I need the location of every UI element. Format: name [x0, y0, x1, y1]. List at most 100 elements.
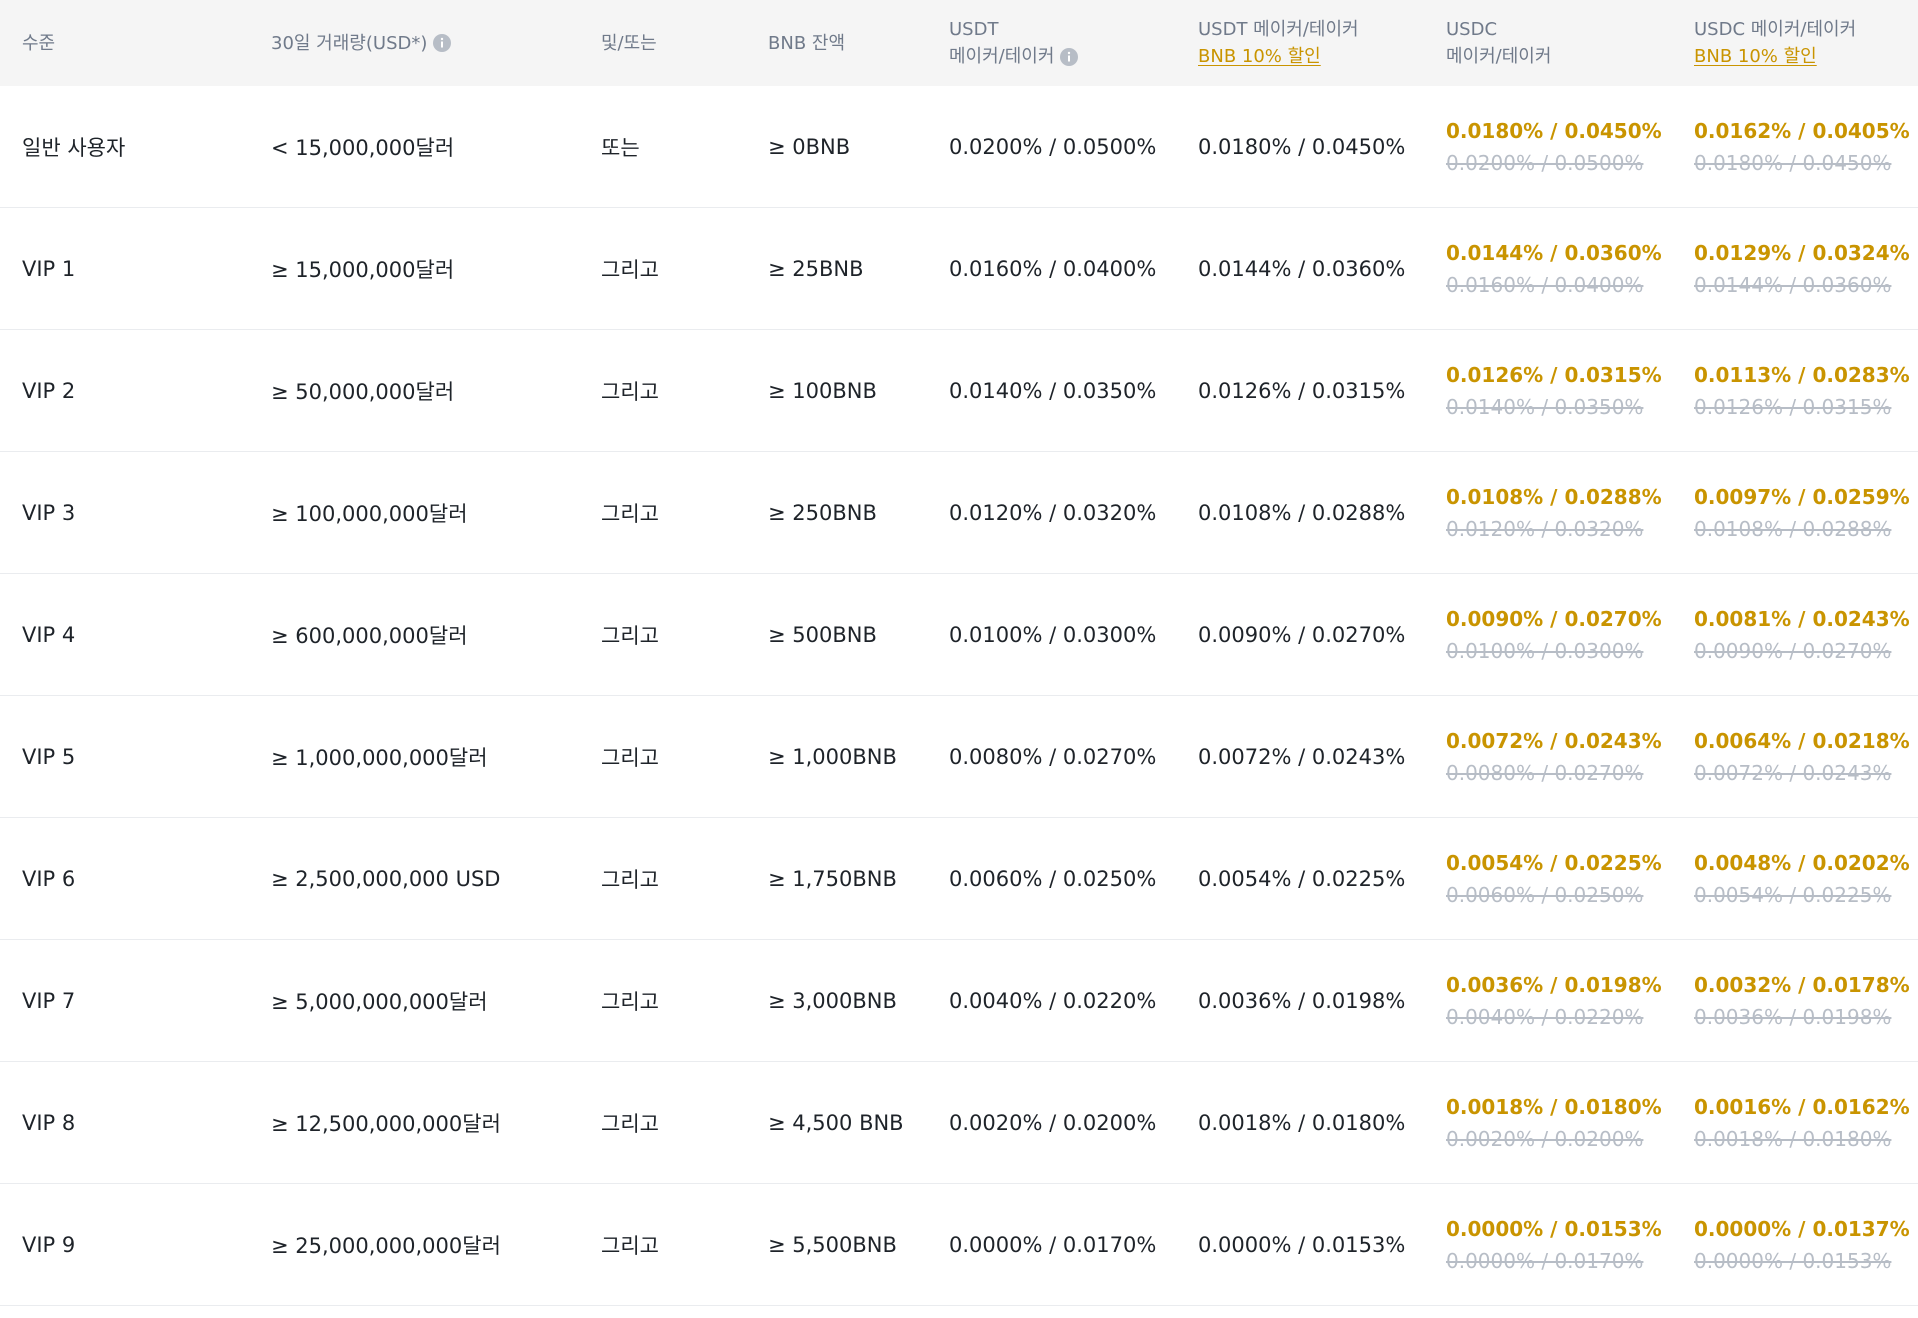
usdc-bnb-original-fee: 0.0018% / 0.0180%	[1694, 1127, 1892, 1151]
usdc-original-fee: 0.0100% / 0.0300%	[1446, 639, 1644, 663]
table-row: VIP 9 ≥ 25,000,000,000달러 그리고 ≥ 5,500BNB …	[0, 1184, 1918, 1306]
table-row: VIP 4 ≥ 600,000,000달러 그리고 ≥ 500BNB 0.010…	[0, 574, 1918, 696]
level-cell: VIP 2	[22, 330, 75, 452]
bnb-balance-text: ≥ 25BNB	[768, 257, 864, 281]
usdc-bnb-fee-cell: 0.0162% / 0.0405% 0.0180% / 0.0450%	[1694, 86, 1910, 208]
usdt-bnb-fee-text: 0.0108% / 0.0288%	[1198, 501, 1406, 525]
usdc-fee-cell: 0.0090% / 0.0270% 0.0100% / 0.0300%	[1446, 574, 1662, 696]
volume-text: ≥ 1,000,000,000달러	[271, 746, 488, 770]
volume-text: ≥ 2,500,000,000 USD	[271, 867, 501, 891]
table-row: VIP 7 ≥ 5,000,000,000달러 그리고 ≥ 3,000BNB 0…	[0, 940, 1918, 1062]
bnb-balance-cell: ≥ 25BNB	[768, 208, 864, 330]
usdc-fee-cell: 0.0036% / 0.0198% 0.0040% / 0.0220%	[1446, 940, 1662, 1062]
usdt-bnb-fee-cell: 0.0180% / 0.0450%	[1198, 86, 1405, 208]
volume-text: ≥ 25,000,000,000달러	[271, 1234, 501, 1258]
bnb-balance-cell: ≥ 3,000BNB	[768, 940, 897, 1062]
table-row: VIP 6 ≥ 2,500,000,000 USD 그리고 ≥ 1,750BNB…	[0, 818, 1918, 940]
condition-text: 그리고	[601, 502, 659, 526]
usdc-bnb-original-fee: 0.0144% / 0.0360%	[1694, 273, 1892, 297]
usdt-bnb-fee-cell: 0.0000% / 0.0153%	[1198, 1184, 1405, 1306]
header-usdt-line1: USDT	[949, 19, 999, 40]
bnb-discount-link[interactable]: BNB 10% 할인	[1198, 43, 1359, 70]
usdc-discounted-fee: 0.0090% / 0.0270%	[1446, 607, 1662, 631]
info-icon[interactable]	[1060, 47, 1079, 66]
bnb-balance-cell: ≥ 250BNB	[768, 452, 877, 574]
condition-cell: 그리고	[601, 452, 659, 574]
header-volume: 30일 거래량(USD*)	[271, 0, 452, 86]
usdc-bnb-discounted-fee: 0.0064% / 0.0218%	[1694, 729, 1910, 753]
usdc-fee-cell: 0.0108% / 0.0288% 0.0120% / 0.0320%	[1446, 452, 1662, 574]
condition-cell: 또는	[601, 86, 640, 208]
usdt-fee-text: 0.0140% / 0.0350%	[949, 379, 1157, 403]
usdc-bnb-original-fee: 0.0090% / 0.0270%	[1694, 639, 1892, 663]
table-header: 수준 30일 거래량(USD*) 및/또는 BNB 잔액 USDT 메이커/테이…	[0, 0, 1918, 86]
header-level-label: 수준	[22, 32, 56, 54]
usdt-fee-cell: 0.0160% / 0.0400%	[949, 208, 1156, 330]
table-row: VIP 1 ≥ 15,000,000달러 그리고 ≥ 25BNB 0.0160%…	[0, 208, 1918, 330]
volume-cell: ≥ 12,500,000,000달러	[271, 1062, 501, 1184]
usdc-bnb-discounted-fee: 0.0162% / 0.0405%	[1694, 119, 1910, 143]
usdc-discounted-fee: 0.0126% / 0.0315%	[1446, 363, 1662, 387]
level-text: VIP 4	[22, 623, 76, 647]
usdc-fee-cell: 0.0144% / 0.0360% 0.0160% / 0.0400%	[1446, 208, 1662, 330]
level-text: VIP 7	[22, 989, 76, 1013]
usdt-fee-text: 0.0080% / 0.0270%	[949, 745, 1157, 769]
condition-text: 그리고	[601, 746, 659, 770]
bnb-balance-cell: ≥ 500BNB	[768, 574, 877, 696]
level-cell: VIP 6	[22, 818, 75, 940]
usdc-bnb-discounted-fee: 0.0097% / 0.0259%	[1694, 485, 1910, 509]
level-text: VIP 9	[22, 1233, 76, 1257]
bnb-balance-text: ≥ 4,500 BNB	[768, 1111, 904, 1135]
level-cell: VIP 1	[22, 208, 75, 330]
bnb-balance-text: ≥ 1,750BNB	[768, 867, 897, 891]
usdt-bnb-fee-text: 0.0126% / 0.0315%	[1198, 379, 1406, 403]
usdc-discounted-fee: 0.0144% / 0.0360%	[1446, 241, 1662, 265]
usdc-original-fee: 0.0040% / 0.0220%	[1446, 1005, 1644, 1029]
volume-cell: ≥ 50,000,000달러	[271, 330, 454, 452]
level-text: 일반 사용자	[22, 136, 126, 160]
condition-cell: 그리고	[601, 574, 659, 696]
usdc-bnb-discounted-fee: 0.0129% / 0.0324%	[1694, 241, 1910, 265]
usdc-bnb-discounted-fee: 0.0016% / 0.0162%	[1694, 1095, 1910, 1119]
level-text: VIP 6	[22, 867, 76, 891]
level-cell: VIP 3	[22, 452, 75, 574]
usdt-bnb-fee-text: 0.0018% / 0.0180%	[1198, 1111, 1406, 1135]
condition-cell: 그리고	[601, 818, 659, 940]
bnb-balance-cell: ≥ 4,500 BNB	[768, 1062, 904, 1184]
usdc-bnb-fee-cell: 0.0064% / 0.0218% 0.0072% / 0.0243%	[1694, 696, 1910, 818]
usdt-fee-cell: 0.0040% / 0.0220%	[949, 940, 1156, 1062]
volume-text: ≥ 600,000,000달러	[271, 624, 468, 648]
table-row: 일반 사용자 < 15,000,000달러 또는 ≥ 0BNB 0.0200% …	[0, 86, 1918, 208]
level-text: VIP 3	[22, 501, 76, 525]
usdc-discounted-fee: 0.0000% / 0.0153%	[1446, 1217, 1662, 1241]
volume-text: ≥ 15,000,000달러	[271, 258, 455, 282]
header-usdt-bnb-line1: USDT 메이커/테이커	[1198, 19, 1359, 40]
usdc-discounted-fee: 0.0072% / 0.0243%	[1446, 729, 1662, 753]
table-row: VIP 3 ≥ 100,000,000달러 그리고 ≥ 250BNB 0.012…	[0, 452, 1918, 574]
condition-cell: 그리고	[601, 1184, 659, 1306]
condition-cell: 그리고	[601, 208, 659, 330]
usdt-bnb-fee-cell: 0.0126% / 0.0315%	[1198, 330, 1405, 452]
usdt-bnb-fee-text: 0.0072% / 0.0243%	[1198, 745, 1406, 769]
condition-text: 또는	[601, 136, 640, 160]
usdt-bnb-fee-text: 0.0144% / 0.0360%	[1198, 257, 1406, 281]
bnb-discount-link[interactable]: BNB 10% 할인	[1694, 43, 1856, 70]
header-usdc-line2: 메이커/테이커	[1446, 46, 1552, 67]
header-condition-label: 및/또는	[601, 32, 657, 54]
level-text: VIP 2	[22, 379, 76, 403]
condition-cell: 그리고	[601, 940, 659, 1062]
usdt-bnb-fee-text: 0.0180% / 0.0450%	[1198, 135, 1406, 159]
header-usdt-bnb: USDT 메이커/테이커 BNB 10% 할인	[1198, 0, 1359, 86]
bnb-balance-text: ≥ 0BNB	[768, 135, 851, 159]
usdc-bnb-fee-cell: 0.0000% / 0.0137% 0.0000% / 0.0153%	[1694, 1184, 1910, 1306]
condition-text: 그리고	[601, 1112, 659, 1136]
header-condition: 및/또는	[601, 0, 657, 86]
level-cell: VIP 7	[22, 940, 75, 1062]
volume-text: ≥ 12,500,000,000달러	[271, 1112, 501, 1136]
condition-text: 그리고	[601, 624, 659, 648]
volume-cell: ≥ 100,000,000달러	[271, 452, 468, 574]
table-row: VIP 5 ≥ 1,000,000,000달러 그리고 ≥ 1,000BNB 0…	[0, 696, 1918, 818]
usdt-fee-cell: 0.0080% / 0.0270%	[949, 696, 1156, 818]
bnb-balance-cell: ≥ 5,500BNB	[768, 1184, 897, 1306]
info-icon[interactable]	[433, 34, 452, 52]
